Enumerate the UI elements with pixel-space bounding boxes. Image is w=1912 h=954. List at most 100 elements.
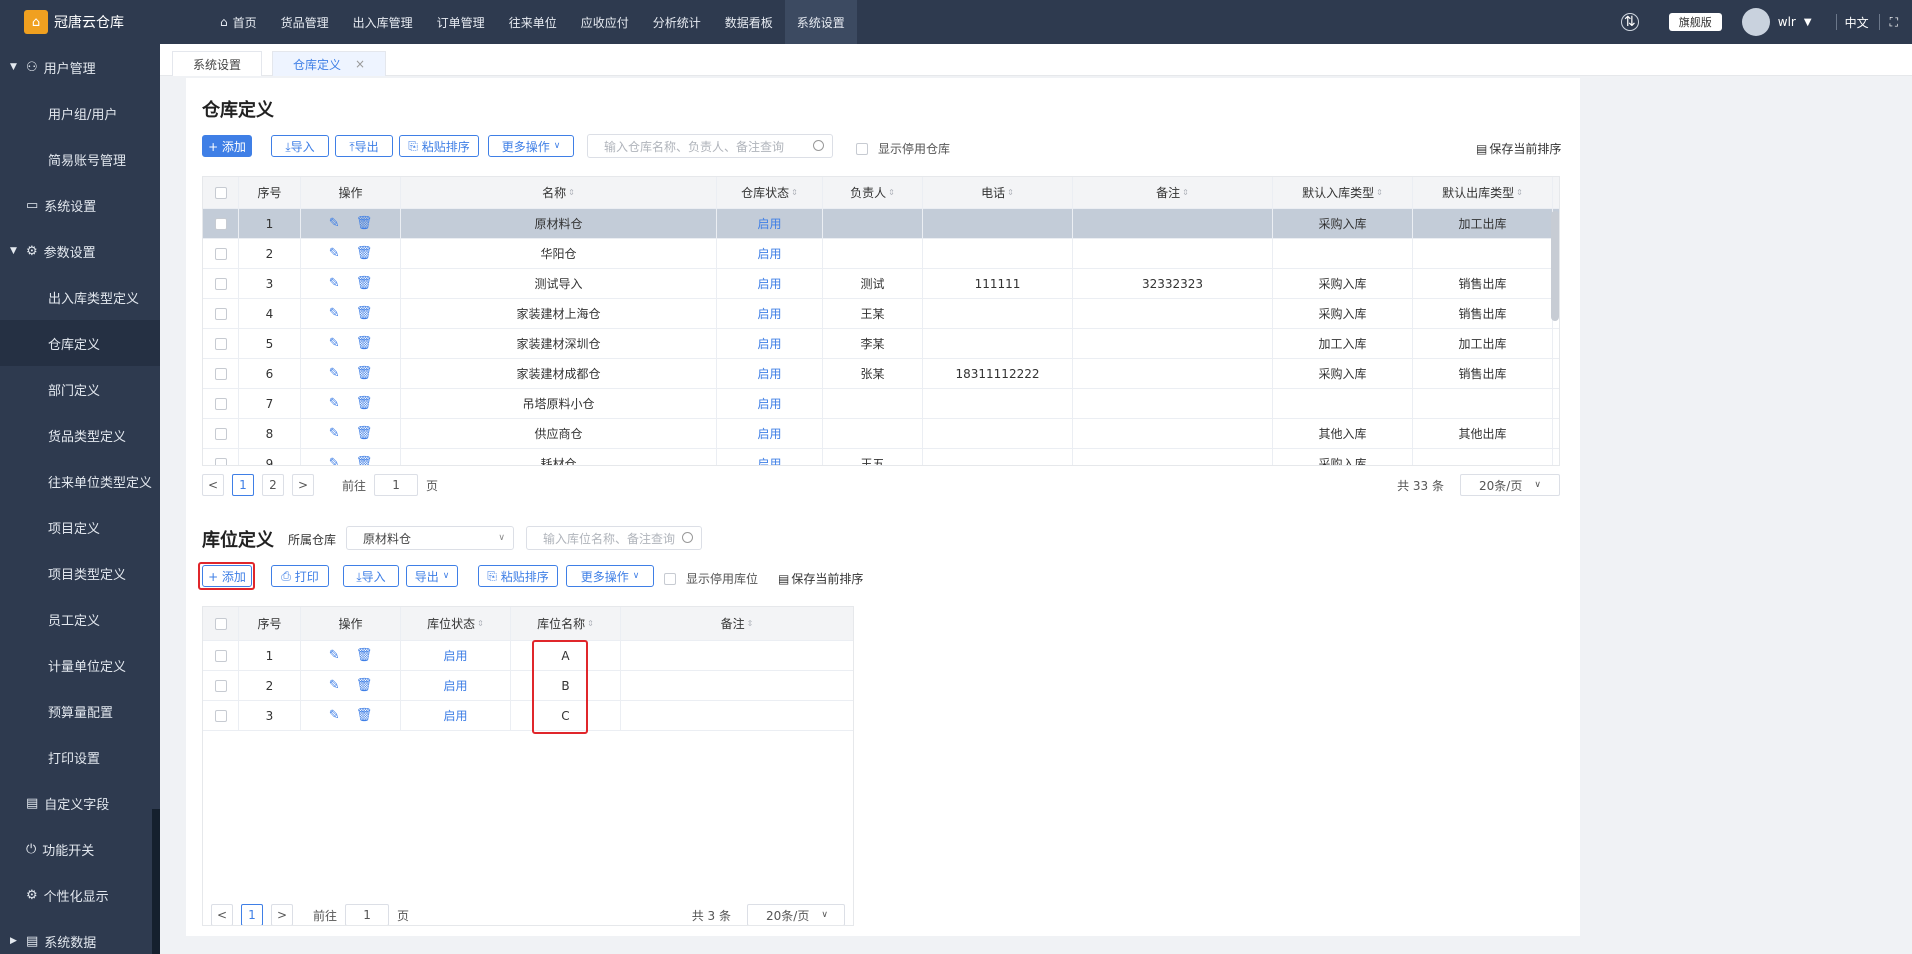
goto-page-input[interactable]: 1 (374, 474, 419, 496)
edit-icon[interactable]: ✎ (329, 276, 340, 291)
checkbox[interactable] (214, 277, 227, 290)
trash-icon[interactable]: 🗑 (356, 648, 373, 663)
edit-icon[interactable]: ✎ (329, 246, 340, 261)
edit-icon[interactable]: ✎ (329, 708, 340, 723)
checkbox[interactable] (214, 397, 227, 410)
location-import-button[interactable]: ⤓导入 (343, 565, 399, 587)
trash-icon[interactable]: 🗑 (356, 246, 373, 261)
table-row[interactable]: 2 ✎ 🗑 启用 B (203, 671, 853, 701)
table-row[interactable]: 9 ✎ 🗑 耗材仓 启用 王五 采购入库 (203, 449, 1559, 465)
next-page-button[interactable]: > (292, 474, 314, 496)
table-row[interactable]: 3 ✎ 🗑 启用 C (203, 701, 853, 731)
status-link[interactable]: 启用 (717, 359, 823, 388)
trash-icon[interactable]: 🗑 (356, 426, 373, 441)
column-header[interactable]: 仓库状态 ⇕ (717, 177, 823, 208)
status-link[interactable]: 启用 (717, 419, 823, 448)
sidebar-item-system-data[interactable]: ▶ ▤ 系统数据 (0, 918, 160, 954)
status-link[interactable]: 启用 (717, 389, 823, 418)
topnav-partners[interactable]: 往来单位 (497, 0, 569, 44)
sync-icon[interactable]: ⇅ (1620, 13, 1639, 31)
trash-icon[interactable]: 🗑 (356, 366, 373, 381)
sort-icon[interactable]: ⇕ (791, 188, 798, 197)
chevron-down-icon[interactable]: ▼ (1804, 17, 1812, 28)
checkbox[interactable] (214, 709, 227, 722)
sort-icon[interactable]: ⇕ (568, 188, 575, 197)
checkbox[interactable] (214, 367, 227, 380)
prev-page-button[interactable]: < (211, 904, 233, 925)
table-row[interactable]: 8 ✎ 🗑 供应商仓 启用 其他入库 其他出库 (203, 419, 1559, 449)
page-size-select[interactable]: 20条/页 ∨ (747, 904, 845, 925)
add-warehouse-button[interactable]: + 添加 (202, 135, 252, 157)
language-switch[interactable]: 中文 (1845, 14, 1869, 31)
sort-icon[interactable]: ⇕ (1516, 188, 1523, 197)
location-more-actions-button[interactable]: 更多操作 ∨ (566, 565, 654, 587)
sidebar-item-print-settings[interactable]: 打印设置 (0, 734, 160, 780)
edit-icon[interactable]: ✎ (329, 336, 340, 351)
checkbox[interactable] (214, 337, 227, 350)
edit-icon[interactable]: ✎ (329, 426, 340, 441)
edit-icon[interactable]: ✎ (329, 306, 340, 321)
edit-icon[interactable]: ✎ (329, 456, 340, 465)
table-row[interactable]: 3 ✎ 🗑 测试导入 启用 测试 111111 32332323 采购入库 销售出库 (203, 269, 1559, 299)
sidebar-item-custom-fields[interactable]: ▤ 自定义字段 (0, 780, 160, 826)
table-row[interactable]: 7 ✎ 🗑 吊塔原料小仓 启用 (203, 389, 1559, 419)
trash-icon[interactable]: 🗑 (356, 396, 373, 411)
location-paste-sort-button[interactable]: ⎘ 粘贴排序 (478, 565, 558, 587)
trash-icon[interactable]: 🗑 (356, 216, 373, 231)
topnav-finance[interactable]: 应收应付 (569, 0, 641, 44)
tab-warehouse-def[interactable]: 仓库定义 × (272, 51, 387, 76)
sidebar-item-feature-switch[interactable]: ⏻ 功能开关 (0, 826, 160, 872)
sidebar-item-personalize[interactable]: ⚙ 个性化显示 (0, 872, 160, 918)
print-button[interactable]: ⎙ 打印 (271, 565, 329, 587)
trash-icon[interactable]: 🗑 (356, 276, 373, 291)
expand-icon[interactable]: ⛶ (1890, 15, 1898, 30)
location-save-sort-button[interactable]: ▤ 保存当前排序 (778, 570, 863, 587)
status-link[interactable]: 启用 (717, 299, 823, 328)
sort-icon[interactable]: ⇕ (1007, 188, 1014, 197)
sidebar-item-warehouse-def[interactable]: 仓库定义 (0, 320, 160, 366)
sidebar-item-params[interactable]: ▼ ⚙ 参数设置 (0, 228, 160, 274)
checkbox[interactable] (664, 572, 676, 585)
sort-icon[interactable]: ⇕ (747, 619, 754, 628)
edit-icon[interactable]: ✎ (329, 678, 340, 693)
topnav-dashboard[interactable]: 数据看板 (713, 0, 785, 44)
sidebar-item-user-groups[interactable]: 用户组/用户 (0, 90, 160, 136)
app-logo[interactable]: ⌂ 冠唐云仓库 (24, 10, 124, 34)
column-header[interactable]: 备注 ⇕ (1073, 177, 1273, 208)
status-link[interactable]: 启用 (717, 269, 823, 298)
warehouse-search-input[interactable]: 输入仓库名称、负责人、备注查询 (587, 134, 833, 158)
sort-icon[interactable]: ⇕ (1376, 188, 1383, 197)
page-button[interactable]: 2 (262, 474, 284, 496)
column-header[interactable]: 负责人 ⇕ (823, 177, 923, 208)
status-link[interactable]: 启用 (717, 239, 823, 268)
edit-icon[interactable]: ✎ (329, 648, 340, 663)
close-icon[interactable]: × (355, 57, 365, 71)
sort-icon[interactable]: ⇕ (587, 619, 594, 628)
checkbox[interactable] (214, 427, 227, 440)
sidebar-item-department-def[interactable]: 部门定义 (0, 366, 160, 412)
checkbox[interactable] (214, 247, 227, 260)
sidebar-item-employee-def[interactable]: 员工定义 (0, 596, 160, 642)
topnav-inout[interactable]: 出入库管理 (341, 0, 425, 44)
sidebar-item-inout-types[interactable]: 出入库类型定义 (0, 274, 160, 320)
sort-icon[interactable]: ⇕ (477, 619, 484, 628)
page-button[interactable]: 1 (232, 474, 254, 496)
table-row[interactable]: 5 ✎ 🗑 家装建材深圳仓 启用 李某 加工入库 加工出库 (203, 329, 1559, 359)
sidebar-item-project-types[interactable]: 项目类型定义 (0, 550, 160, 596)
column-header[interactable]: 默认出库类型 ⇕ (1413, 177, 1553, 208)
page-size-select[interactable]: 20条/页 ∨ (1460, 474, 1560, 496)
edit-icon[interactable]: ✎ (329, 396, 340, 411)
sidebar-item-user-mgmt[interactable]: ▼ ⚇ 用户管理 (0, 44, 160, 90)
table-row[interactable]: 2 ✎ 🗑 华阳仓 启用 (203, 239, 1559, 269)
topnav-orders[interactable]: 订单管理 (425, 0, 497, 44)
column-header[interactable]: 库位状态 ⇕ (401, 607, 511, 640)
page-button[interactable]: 1 (241, 904, 263, 925)
status-link[interactable]: 启用 (717, 209, 823, 238)
topnav-analytics[interactable]: 分析统计 (641, 0, 713, 44)
table-row[interactable]: 1 ✎ 🗑 启用 A (203, 641, 853, 671)
table-row[interactable]: 6 ✎ 🗑 家装建材成都仓 启用 张某 18311112222 采购入库 销售出库 (203, 359, 1559, 389)
avatar[interactable] (1741, 8, 1770, 36)
show-disabled-location[interactable]: 显示停用库位 (664, 570, 758, 587)
topnav-goods[interactable]: 货品管理 (269, 0, 341, 44)
checkbox[interactable] (214, 457, 227, 465)
